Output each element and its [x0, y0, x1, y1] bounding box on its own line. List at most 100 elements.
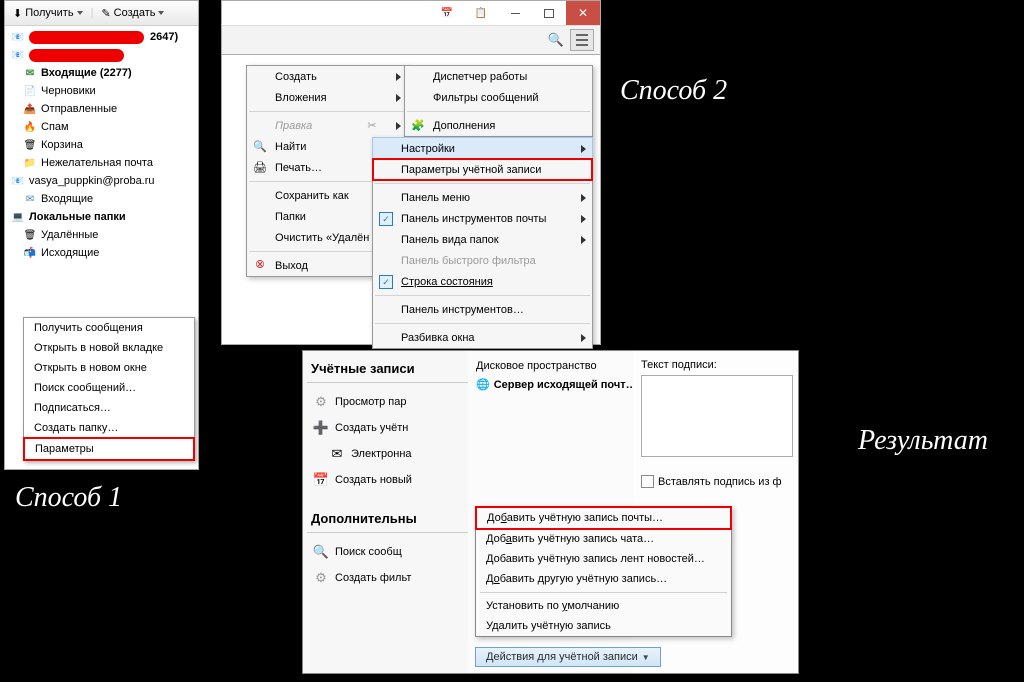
outgoing-label: Исходящие: [41, 247, 99, 259]
view-params-row[interactable]: ⚙Просмотр пар: [307, 389, 472, 415]
insert-signature-checkbox[interactable]: Вставлять подпись из ф: [641, 475, 790, 488]
mi-addons[interactable]: 🧩Дополнения: [405, 115, 592, 136]
tasks-icon[interactable]: 📋: [464, 1, 498, 25]
outbox-icon: 📬: [23, 246, 37, 260]
folder-tree: 📧 2647) 📧 ✉ Входящие (2277) 📄 Черновики …: [5, 26, 198, 264]
chevron-down-icon: [77, 11, 83, 15]
spam-label: Спам: [41, 121, 69, 133]
drafts-row[interactable]: 📄 Черновики: [5, 82, 198, 100]
folder-tree-panel: ⬇ Получить | ✎ Создать 📧 2647) 📧 ✉ Входя…: [4, 0, 199, 470]
mi-folder-panel[interactable]: Панель вида папок: [373, 229, 592, 250]
account-icon: 📧: [11, 30, 25, 44]
ctx-open-tab[interactable]: Открыть в новой вкладке: [24, 338, 194, 358]
exit-icon: ⮿: [253, 258, 267, 272]
ctx-search-messages[interactable]: Поиск сообщений…: [24, 378, 194, 398]
globe-icon: 🌐: [476, 378, 490, 391]
mi-filters[interactable]: Фильтры сообщений: [405, 87, 592, 108]
mi-menu-panel[interactable]: Панель меню: [373, 187, 592, 208]
inbox2-label: Входящие: [41, 193, 93, 205]
extra-heading: Дополнительны: [307, 507, 472, 533]
maximize-button[interactable]: [532, 1, 566, 25]
chevron-right-icon: [396, 73, 401, 81]
account-row-1[interactable]: 📧 2647): [5, 28, 198, 46]
create-account-row[interactable]: ➕Создать учётн: [307, 415, 472, 441]
create-label: Создать: [114, 7, 156, 19]
deleted-label: Удалённые: [41, 229, 98, 241]
outgoing-row[interactable]: 📬 Исходящие: [5, 244, 198, 262]
add-other-account[interactable]: Добавить другую учётную запись…: [476, 569, 731, 589]
account-row-2[interactable]: 📧: [5, 46, 198, 64]
deleted-row[interactable]: 🗑 Удалённые: [5, 226, 198, 244]
local-label: Локальные папки: [29, 211, 126, 223]
mi-account-settings[interactable]: Параметры учётной записи: [373, 159, 592, 180]
puzzle-icon: 🧩: [411, 118, 425, 132]
ctx-create-folder[interactable]: Создать папку…: [24, 418, 194, 438]
signature-textarea[interactable]: [641, 375, 793, 457]
account-context-menu: Получить сообщения Открыть в новой вклад…: [23, 317, 195, 461]
create-filter-row[interactable]: ⚙Создать фильт: [307, 565, 472, 591]
mail-icon: ✉: [329, 446, 345, 462]
inbox2-row[interactable]: ✉ Входящие: [5, 190, 198, 208]
account-settings-dialog: Учётные записи ⚙Просмотр пар ➕Создать уч…: [302, 350, 799, 674]
plus-icon: ➕: [313, 420, 329, 436]
account-row-3[interactable]: 📧 vasya_puppkin@proba.ru: [5, 172, 198, 190]
mi-attachments[interactable]: Вложения: [247, 87, 407, 108]
accounts-heading: Учётные записи: [307, 357, 472, 383]
ctx-open-window[interactable]: Открыть в новом окне: [24, 358, 194, 378]
mi-toolbars[interactable]: Панель инструментов…: [373, 299, 592, 320]
search-messages-row[interactable]: 🔍Поиск сообщ: [307, 539, 472, 565]
inbox-row[interactable]: ✉ Входящие (2277): [5, 64, 198, 82]
account-actions-button[interactable]: Действия для учётной записи ▼: [475, 647, 661, 667]
add-chat-account[interactable]: Добавить учётную запись чата…: [476, 529, 731, 549]
mi-status-bar[interactable]: ✓Строка состояния: [373, 271, 592, 292]
disk-space-row[interactable]: Дисковое пространство: [474, 357, 639, 375]
search-icon[interactable]: 🔍: [548, 32, 564, 48]
minimize-button[interactable]: [498, 1, 532, 25]
ctx-subscribe[interactable]: Подписаться…: [24, 398, 194, 418]
local-folders-row[interactable]: 💻 Локальные папки: [5, 208, 198, 226]
chevron-down-icon: [158, 11, 164, 15]
inbox-icon: ✉: [23, 192, 37, 206]
mi-mail-toolbar[interactable]: ✓Панель инструментов почты: [373, 208, 592, 229]
delete-account[interactable]: Удалить учётную запись: [476, 616, 731, 636]
trash-icon: 🗑: [23, 228, 37, 242]
redacted-account: [29, 49, 124, 62]
add-mail-account[interactable]: Добавить учётную запись почты…: [475, 506, 732, 530]
add-feed-account[interactable]: Добавить учётную запись лент новостей…: [476, 549, 731, 569]
junk-label: Нежелательная почта: [41, 157, 153, 169]
app-window-panel: 📅 📋 ✕ 🔍 Создать Вложения Правка✂ 🔍Найти …: [221, 0, 601, 345]
sent-icon: 📤: [23, 102, 37, 116]
calendar-icon: 📅: [313, 472, 329, 488]
local-icon: 💻: [11, 210, 25, 224]
mi-edit[interactable]: Правка✂: [247, 115, 407, 136]
email-row[interactable]: ✉Электронна: [307, 441, 472, 467]
spam-row[interactable]: 🔥 Спам: [5, 118, 198, 136]
account-icon: 📧: [11, 48, 25, 62]
hamburger-menu-button[interactable]: [570, 29, 594, 51]
ctx-get-messages[interactable]: Получить сообщения: [24, 318, 194, 338]
get-button[interactable]: ⬇ Получить: [9, 5, 87, 22]
drafts-icon: 📄: [23, 84, 37, 98]
settings-submenu: Настройки Параметры учётной записи Панел…: [372, 137, 593, 349]
window-body: Создать Вложения Правка✂ 🔍Найти 🖨Печать……: [221, 55, 601, 345]
flame-icon: 🔥: [23, 120, 37, 134]
set-default-account[interactable]: Установить по умолчанию: [476, 596, 731, 616]
search-icon: 🔍: [253, 139, 267, 153]
mi-dispatcher[interactable]: Диспетчер работы: [405, 66, 592, 87]
junk-row[interactable]: 📁 Нежелательная почта: [5, 154, 198, 172]
checkbox-icon: ✓: [379, 212, 393, 226]
calendar-icon[interactable]: 📅: [430, 1, 464, 25]
download-icon: ⬇: [13, 7, 22, 20]
trash-row[interactable]: 🗑 Корзина: [5, 136, 198, 154]
create-new-row[interactable]: 📅Создать новый: [307, 467, 472, 493]
mi-settings[interactable]: Настройки: [372, 137, 593, 160]
account-icon: 📧: [11, 174, 25, 188]
mi-create[interactable]: Создать: [247, 66, 407, 87]
ctx-settings[interactable]: Параметры: [23, 437, 195, 461]
close-button[interactable]: ✕: [566, 1, 600, 25]
outgoing-server-row[interactable]: 🌐Сервер исходящей почт…: [474, 375, 639, 394]
account3-label: vasya_puppkin@proba.ru: [29, 175, 155, 187]
create-button[interactable]: ✎ Создать: [97, 5, 168, 22]
mi-layout[interactable]: Разбивка окна: [373, 327, 592, 348]
sent-row[interactable]: 📤 Отправленные: [5, 100, 198, 118]
